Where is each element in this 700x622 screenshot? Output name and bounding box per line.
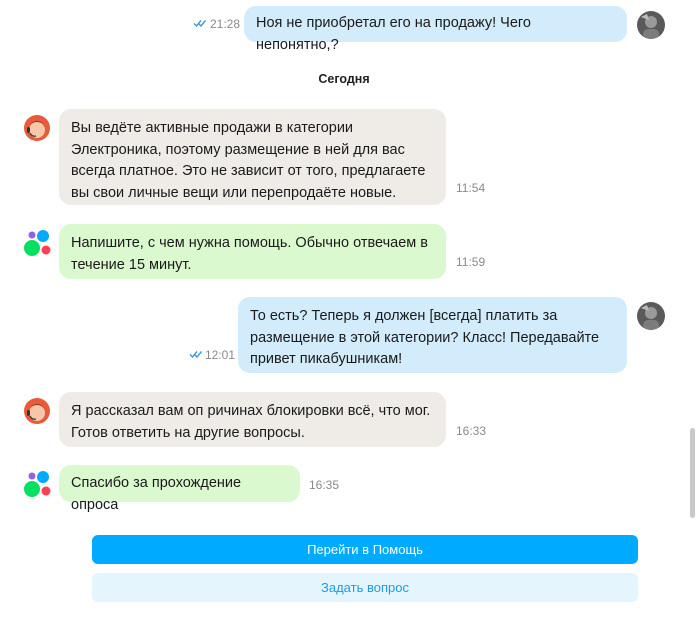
chat-footer: Перейти в Помощь Задать вопрос: [0, 520, 700, 622]
chat-scrollbar[interactable]: [688, 0, 698, 520]
double-check-icon: [193, 18, 207, 28]
message-time: 12:01: [205, 348, 236, 362]
scrollbar-thumb[interactable]: [690, 428, 695, 518]
message-time: 16:33: [456, 424, 487, 438]
chat-history: 21:28 Ноя не приобретал его на продажу! …: [0, 0, 688, 520]
message-time: 11:54: [456, 181, 486, 195]
support-agent-avatar: [23, 397, 51, 425]
message-bubble-bot: Спасибо за прохождение опроса: [59, 465, 300, 513]
support-agent-avatar: [23, 114, 51, 142]
bot-logo-icon: [23, 228, 53, 258]
user-avatar[interactable]: [637, 11, 665, 39]
day-separator: Сегодня: [318, 72, 370, 86]
double-check-icon: [189, 349, 203, 359]
message-time: 16:35: [309, 478, 340, 492]
message-bubble-user: То есть? Теперь я должен [всегда] платит…: [238, 297, 627, 373]
message-bubble-support: Я рассказал вам оп ричинах блокировки вс…: [59, 392, 446, 447]
user-avatar[interactable]: [637, 302, 665, 330]
bot-logo-icon: [23, 469, 53, 499]
message-bubble-bot: Напишите, с чем нужна помощь. Обычно отв…: [59, 224, 446, 279]
ask-question-button[interactable]: Задать вопрос: [92, 573, 638, 602]
message-time: 11:59: [456, 255, 486, 269]
go-to-help-button[interactable]: Перейти в Помощь: [92, 535, 638, 564]
message-bubble-support: Вы ведёте активные продажи в категории Э…: [59, 109, 446, 205]
message-time: 21:28: [210, 17, 241, 31]
message-bubble-user: Ноя не приобретал его на продажу! Чего н…: [244, 6, 627, 53]
